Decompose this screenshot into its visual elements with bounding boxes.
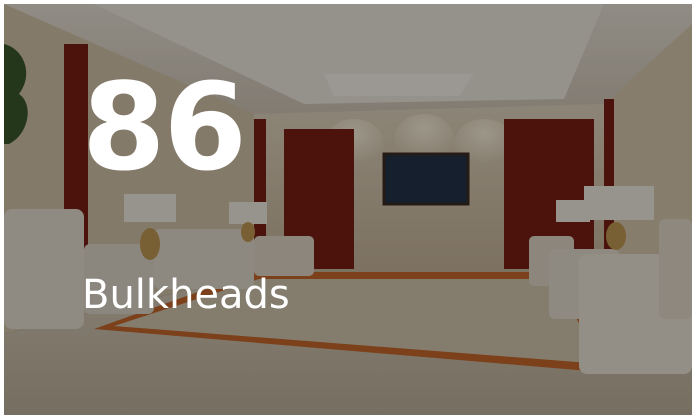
stat-label: Bulkheads bbox=[82, 272, 290, 318]
stat-number: 86 bbox=[82, 59, 247, 198]
stat-card: 86 Bulkheads bbox=[4, 4, 692, 415]
